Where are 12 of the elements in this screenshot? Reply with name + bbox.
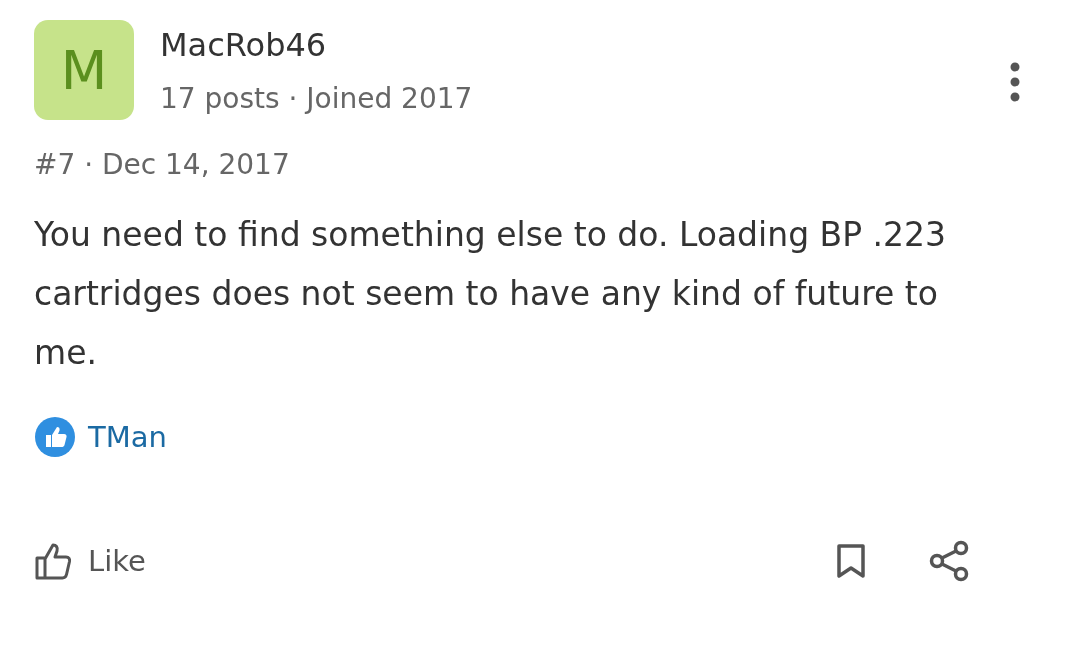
thumbs-up-icon	[34, 416, 76, 458]
thumbs-up-icon	[34, 541, 72, 581]
like-button[interactable]: Like	[34, 541, 146, 581]
bookmark-button[interactable]	[836, 543, 866, 579]
user-meta: 17 posts · Joined 2017	[160, 82, 474, 115]
post-body: You need to find something else to do. Loading BP .223 cartridges does not seem to have any kind of future to me.	[34, 214, 948, 374]
post-number-date: #7 · Dec 14, 2017	[34, 148, 291, 181]
username: MacRob46	[160, 26, 328, 64]
more-options-icon	[1010, 62, 1020, 102]
reaction-user-link[interactable]: TMan	[88, 420, 167, 454]
avatar: M	[34, 20, 134, 120]
share-button[interactable]	[928, 540, 970, 582]
